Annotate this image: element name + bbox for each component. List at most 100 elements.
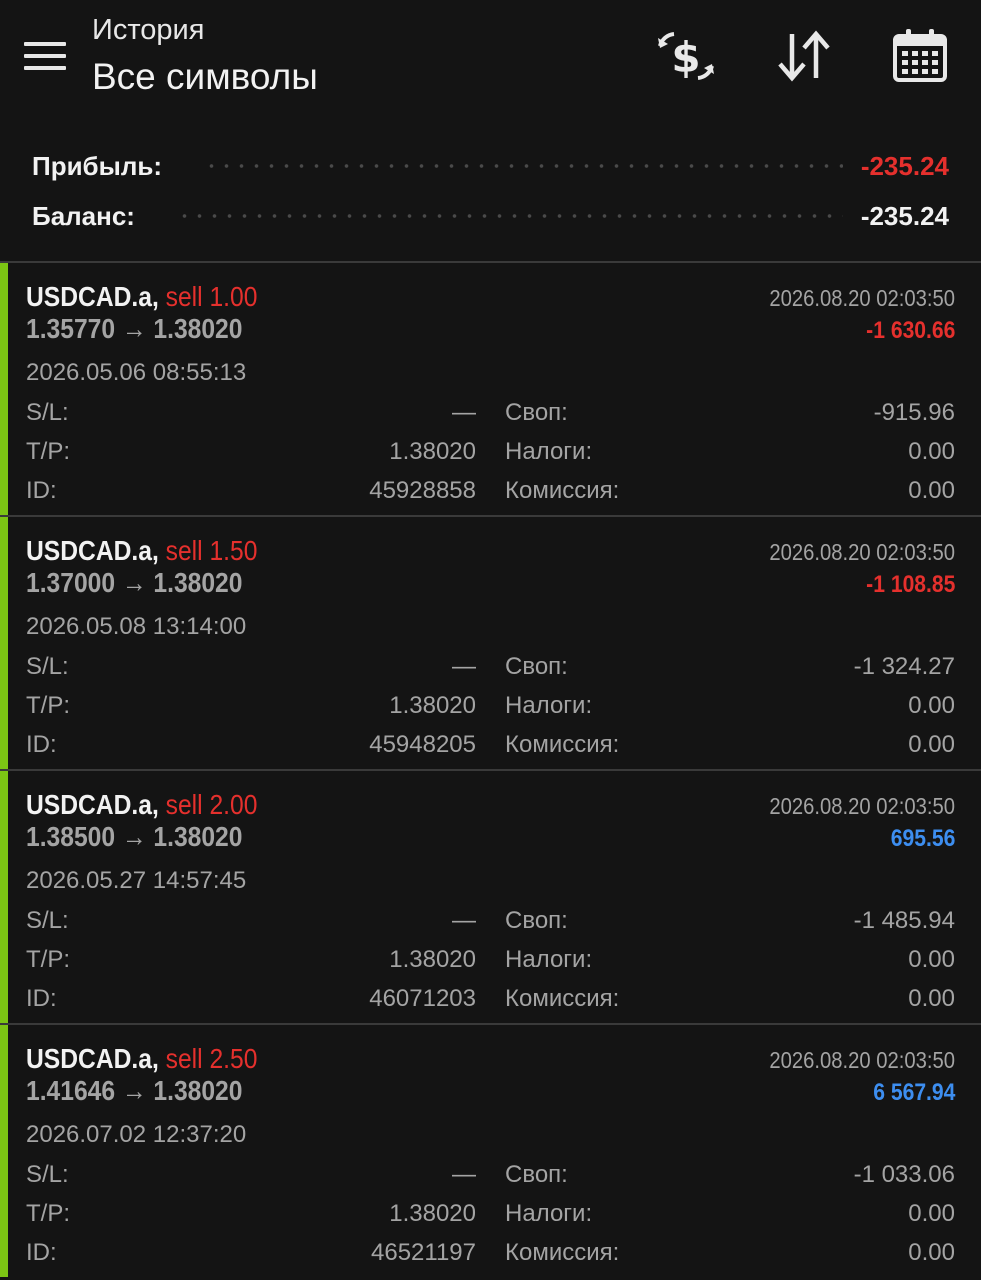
tp-value: 1.38020 [389,1200,476,1227]
deal-card[interactable]: USDCAD.a, sell 2.00 1.38500 → 1.38020 2026… [0,771,981,1023]
balance-label: Баланс: [32,200,135,231]
symbol-name: USDCAD.a, [26,535,159,566]
top-app-bar: История Все символы $ [0,0,981,128]
symbol-filter-title[interactable]: Все символы [92,56,318,98]
deal-type-volume: sell 2.00 [165,789,258,820]
taxes-label: Налоги: [505,946,593,973]
id-value: 46071203 [369,985,476,1012]
deal-status-bar [0,517,8,769]
deal-prices: 1.41646 → 1.38020 [26,1075,243,1106]
screen-title: История [92,14,205,46]
swap-value: -915.96 [873,399,955,426]
id-label: ID: [26,985,57,1012]
deal-profit: 695.56 [890,825,955,852]
commission-label: Комиссия: [505,985,620,1012]
deal-type-volume: sell 1.00 [165,281,258,312]
sort-icon[interactable] [772,26,836,86]
svg-text:$: $ [671,33,700,82]
sl-value: — [452,907,476,934]
sl-value: — [452,399,476,426]
taxes-value: 0.00 [908,946,955,973]
tp-value: 1.38020 [389,692,476,719]
deal-profit: -1 108.85 [865,571,955,598]
commission-value: 0.00 [908,985,955,1012]
deal-symbol: USDCAD.a, sell 2.50 [26,1043,257,1075]
taxes-label: Налоги: [505,692,593,719]
swap-value: -1 324.27 [853,653,955,680]
swap-label: Своп: [505,399,568,426]
commission-value: 0.00 [908,731,955,758]
swap-value: -1 033.06 [853,1161,955,1188]
taxes-label: Налоги: [505,1200,593,1227]
commission-label: Комиссия: [505,477,620,504]
open-time: 2026.05.27 14:57:45 [26,867,247,894]
balance-value: -235.24 [860,200,949,231]
symbol-name: USDCAD.a, [26,789,159,820]
close-time: 2026.08.20 02:03:50 [769,539,955,565]
taxes-value: 0.00 [908,692,955,719]
sl-label: S/L: [26,399,69,426]
deal-symbol: USDCAD.a, sell 1.00 [26,281,257,313]
commission-value: 0.00 [908,477,955,504]
deal-profit: 6 567.94 [872,1079,955,1106]
sl-value: — [452,1161,476,1188]
commission-label: Комиссия: [505,731,620,758]
deal-status-bar [0,263,8,515]
id-label: ID: [26,477,57,504]
deal-type-volume: sell 1.50 [165,535,258,566]
taxes-label: Налоги: [505,438,593,465]
close-time: 2026.08.20 02:03:50 [769,1047,955,1073]
commission-label: Комиссия: [505,1239,620,1266]
swap-label: Своп: [505,907,568,934]
sl-value: — [452,653,476,680]
tp-label: T/P: [26,692,71,719]
dot-leader [176,214,843,218]
deal-card[interactable]: USDCAD.a, sell 1.00 1.35770 → 1.38020 2026… [0,263,981,515]
id-value: 46521197 [371,1239,476,1266]
close-time: 2026.08.20 02:03:50 [769,793,955,819]
deal-prices: 1.38500 → 1.38020 [26,821,243,852]
sl-label: S/L: [26,907,69,934]
id-value: 45948205 [369,731,476,758]
deal-status-bar [0,771,8,1023]
commission-value: 0.00 [908,1239,955,1266]
symbol-name: USDCAD.a, [26,1043,159,1074]
swap-label: Своп: [505,1161,568,1188]
deal-card[interactable]: USDCAD.a, sell 1.50 1.37000 → 1.38020 2026… [0,517,981,769]
deal-symbol: USDCAD.a, sell 2.00 [26,789,257,821]
swap-label: Своп: [505,653,568,680]
profit-label: Прибыль: [32,150,162,181]
id-label: ID: [26,1239,57,1266]
taxes-value: 0.00 [908,438,955,465]
summary-panel: Прибыль: -235.24 Баланс: -235.24 [0,128,981,260]
id-value: 45928858 [369,477,476,504]
currency-exchange-icon[interactable]: $ [654,26,718,86]
tp-label: T/P: [26,1200,71,1227]
tp-label: T/P: [26,946,71,973]
open-time: 2026.05.08 13:14:00 [26,613,247,640]
deal-status-bar [0,1025,8,1277]
tp-value: 1.38020 [389,438,476,465]
deal-card[interactable]: USDCAD.a, sell 2.50 1.41646 → 1.38020 2026… [0,1025,981,1277]
profit-value: -235.24 [860,150,949,181]
deal-type-volume: sell 2.50 [165,1043,258,1074]
open-time: 2026.07.02 12:37:20 [26,1121,247,1148]
close-time: 2026.08.20 02:03:50 [769,285,955,311]
tp-label: T/P: [26,438,71,465]
deal-prices: 1.35770 → 1.38020 [26,313,243,344]
taxes-value: 0.00 [908,1200,955,1227]
symbol-name: USDCAD.a, [26,281,159,312]
dot-leader [203,164,843,168]
open-time: 2026.05.06 08:55:13 [26,359,247,386]
tp-value: 1.38020 [389,946,476,973]
balance-row: Баланс: -235.24 [32,196,949,236]
calendar-icon[interactable] [890,26,954,86]
profit-row: Прибыль: -235.24 [32,146,949,186]
deal-prices: 1.37000 → 1.38020 [26,567,243,598]
id-label: ID: [26,731,57,758]
deal-profit: -1 630.66 [865,317,955,344]
swap-value: -1 485.94 [853,907,955,934]
menu-icon[interactable] [24,40,68,72]
sl-label: S/L: [26,653,69,680]
deal-symbol: USDCAD.a, sell 1.50 [26,535,257,567]
